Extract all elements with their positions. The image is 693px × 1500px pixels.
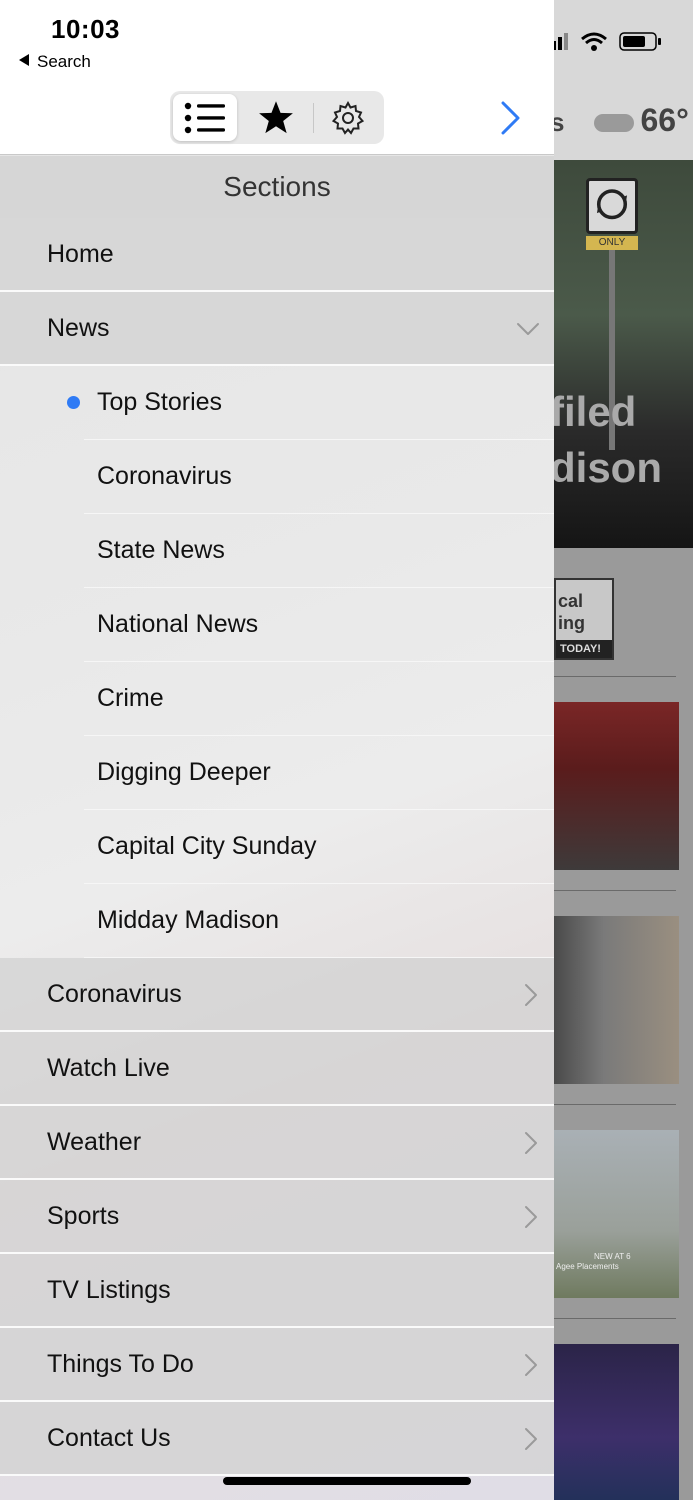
chevron-right-icon	[525, 1354, 537, 1376]
section-item-watch-live[interactable]: Watch Live	[0, 1032, 554, 1106]
divider	[554, 1104, 676, 1105]
hero-image: ONLY filed dison	[554, 160, 693, 548]
status-time: 10:03	[51, 14, 120, 44]
section-label: Watch Live	[47, 1054, 170, 1082]
section-label: Coronavirus	[97, 462, 232, 490]
status-icons	[554, 32, 661, 51]
wifi-icon	[581, 32, 607, 51]
section-label: Things To Do	[47, 1350, 194, 1378]
divider	[554, 1318, 676, 1319]
section-label: TV Listings	[47, 1276, 171, 1304]
chevron-right-icon	[525, 1132, 537, 1154]
section-label: Digging Deeper	[97, 758, 271, 786]
signal-icon	[554, 33, 568, 50]
story-thumbnail	[554, 702, 679, 870]
story-thumbnail	[554, 916, 679, 1084]
star-icon	[259, 100, 293, 133]
section-label: Sports	[47, 1202, 120, 1230]
section-item-contact-us[interactable]: Contact Us	[0, 1402, 554, 1476]
subsection-item-midday-madison[interactable]: Midday Madison	[0, 884, 554, 958]
list-icon	[184, 102, 225, 133]
section-item-tv-listings[interactable]: TV Listings	[0, 1254, 554, 1328]
section-label: Contact Us	[47, 1424, 171, 1452]
section-label: Home	[47, 240, 114, 268]
section-item-news[interactable]: News	[0, 292, 554, 366]
segment-divider	[313, 103, 314, 133]
sign-only-label: ONLY	[586, 236, 638, 250]
section-label: Top Stories	[97, 388, 223, 416]
section-item-weather[interactable]: Weather	[0, 1106, 554, 1180]
home-indicator	[223, 1477, 471, 1485]
status-bar: 10:03 Search	[0, 0, 554, 80]
chevron-right-icon	[525, 984, 537, 1006]
roundabout-sign-icon	[586, 178, 638, 234]
story-thumbnail: NEW AT 6 Agee Placements	[554, 1130, 679, 1298]
subsection-item-national-news[interactable]: National News	[0, 588, 554, 662]
close-panel-button[interactable]	[496, 98, 526, 138]
section-label: Weather	[47, 1128, 142, 1156]
section-label: News	[47, 314, 110, 342]
section-label: Midday Madison	[97, 906, 280, 934]
section-label: State News	[97, 536, 225, 564]
headline-line-1: filed	[554, 388, 637, 435]
weather-temperature: s 66°	[554, 102, 689, 138]
headline-line-2: dison	[554, 444, 662, 491]
subsection-item-state-news[interactable]: State News	[0, 514, 554, 588]
subsection-item-capital-city-sunday[interactable]: Capital City Sunday	[0, 810, 554, 884]
chevron-down-icon	[517, 323, 539, 335]
sections-title: Sections	[0, 156, 554, 218]
back-arrow-icon	[19, 54, 29, 66]
ad-band-label: TODAY!	[556, 640, 612, 658]
cloud-icon	[594, 113, 635, 132]
section-label: National News	[97, 610, 259, 638]
settings-button[interactable]	[316, 94, 380, 141]
chevron-right-icon	[525, 1428, 537, 1450]
section-label: Capital City Sunday	[97, 832, 317, 860]
background-header: s 66°	[554, 0, 693, 160]
subsection-item-crime[interactable]: Crime	[0, 662, 554, 736]
sections-list-button[interactable]	[173, 94, 237, 141]
battery-icon	[619, 32, 661, 51]
gear-icon	[331, 100, 365, 135]
chevron-right-icon	[501, 101, 520, 135]
panel-toolbar	[0, 80, 554, 155]
divider	[554, 890, 676, 891]
section-item-coronavirus[interactable]: Coronavirus	[0, 958, 554, 1032]
background-app: s 66° ONLY filed dison cal ing TODAY! NEW …	[554, 0, 693, 1500]
story-thumbnail	[554, 1344, 679, 1500]
divider	[554, 676, 676, 677]
section-label: Crime	[97, 684, 164, 712]
favorites-button[interactable]	[244, 94, 308, 141]
row-separator	[0, 1474, 554, 1476]
selected-dot-icon	[67, 396, 80, 409]
view-segmented-control	[170, 91, 384, 144]
section-item-sports[interactable]: Sports	[0, 1180, 554, 1254]
back-to-search-button[interactable]: Search	[19, 52, 91, 72]
section-label: Coronavirus	[47, 980, 182, 1008]
subsection-item-coronavirus[interactable]: Coronavirus	[0, 440, 554, 514]
ad-banner: cal ing TODAY!	[554, 578, 614, 660]
sections-panel: 10:03 Search Sections Home News Top Stor…	[0, 0, 554, 1500]
chevron-right-icon	[525, 1206, 537, 1228]
subsection-item-digging-deeper[interactable]: Digging Deeper	[0, 736, 554, 810]
subsection-item-top-stories[interactable]: Top Stories	[0, 366, 554, 440]
section-item-home[interactable]: Home	[0, 218, 554, 292]
section-item-things-to-do[interactable]: Things To Do	[0, 1328, 554, 1402]
